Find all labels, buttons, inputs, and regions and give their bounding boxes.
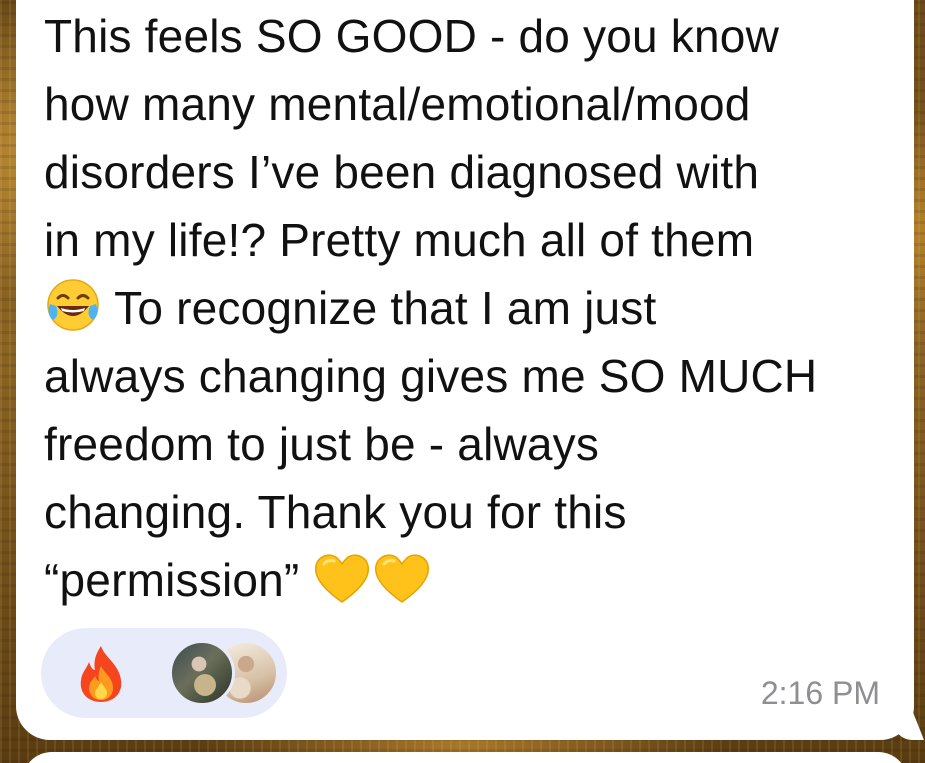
yellow-heart-icon xyxy=(312,550,372,624)
face-with-tears-of-joy-icon xyxy=(44,276,102,352)
reactions-pill[interactable] xyxy=(41,628,287,718)
message-line-7: freedom to just be - always xyxy=(44,418,600,470)
message-text: This feels SO GOOD - do you know how man… xyxy=(44,2,904,614)
message-line-1: This feels SO GOOD - do you know xyxy=(44,10,779,62)
message-bubble[interactable]: This feels SO GOOD - do you know how man… xyxy=(16,0,924,740)
next-message-bubble[interactable] xyxy=(22,752,908,763)
message-line-3: disorders I’ve been diagnosed with xyxy=(44,146,760,198)
yellow-heart-icon xyxy=(372,550,432,624)
message-timestamp: 2:16 PM xyxy=(760,675,880,711)
message-line-5: To recognize that I am just xyxy=(44,274,904,342)
message-line-9: “permission” xyxy=(44,546,904,614)
fire-icon xyxy=(75,644,127,709)
message-line-4: in my life!? Pretty much all of them xyxy=(44,214,755,266)
message-line-8: changing. Thank you for this xyxy=(44,486,627,538)
message-line-2: how many mental/emotional/mood xyxy=(44,78,751,130)
avatar[interactable] xyxy=(169,640,235,706)
message-line-5-text: To recognize that I am just xyxy=(102,282,657,334)
message-line-9-text: “permission” xyxy=(44,554,313,606)
message-line-6: always changing gives me SO MUCH xyxy=(44,350,818,402)
